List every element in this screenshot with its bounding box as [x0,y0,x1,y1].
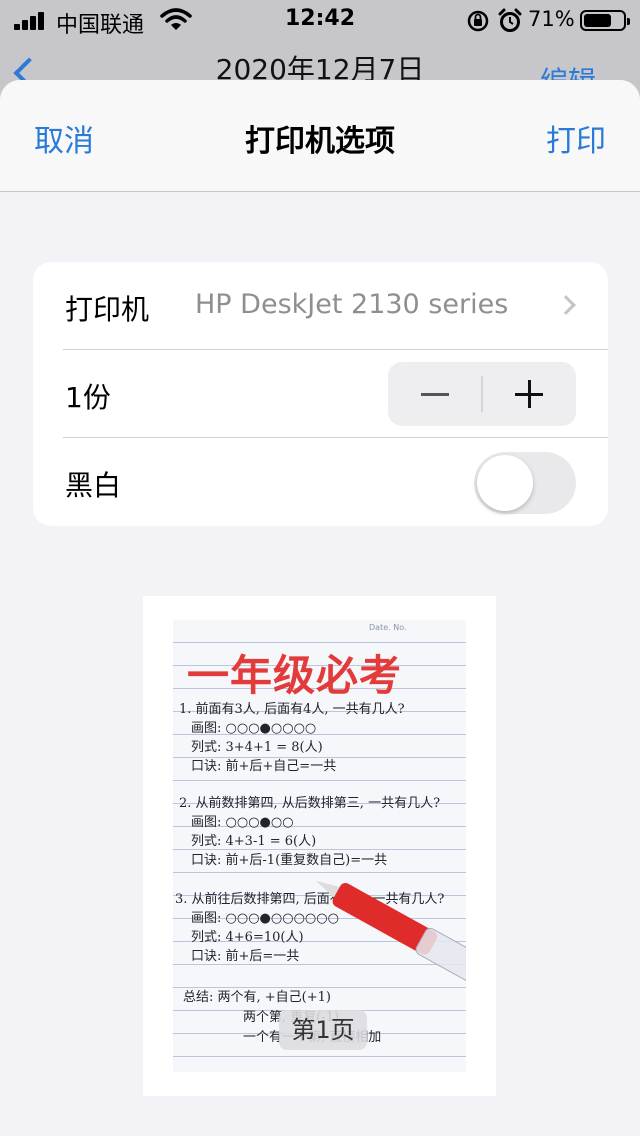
printer-value: HP DeskJet 2130 series [195,289,509,320]
toggle-knob [477,455,533,511]
page-preview[interactable]: Date. No. 一年级必考 1. 前面有3人, 后面有4人, 一共有几人? … [143,596,496,1096]
printer-options-sheet: 取消 打印机选项 打印 打印机 HP DeskJet 2130 series 1… [0,80,640,1136]
preview-line: 口诀: 前+后-1(重复数自己)=一共 [191,853,388,868]
cancel-button[interactable]: 取消 [34,116,94,160]
preview-line: 画图: ○○○●○○○○○○ [191,911,339,926]
preview-line: 列式: 4+6=10(人) [191,930,304,945]
preview-line: 画图: ○○○●○○○○ [191,721,317,736]
black-white-toggle[interactable] [474,452,576,514]
preview-line: 列式: 3+4+1 = 8(人) [191,740,323,755]
printer-label: 打印机 [65,293,150,326]
nav-bar: 取消 打印机选项 打印 [0,80,640,192]
copies-label: 1份 [65,381,111,414]
black-white-label: 黑白 [65,469,122,502]
alarm-icon [498,8,522,32]
rotation-lock-icon [467,10,489,32]
printer-row[interactable]: 打印机 HP DeskJet 2130 series [33,262,608,350]
decrement-button[interactable] [388,362,482,426]
preview-header-marks: Date. No. [369,623,407,632]
preview-page-content: Date. No. 一年级必考 1. 前面有3人, 后面有4人, 一共有几人? … [173,620,466,1072]
page-number-badge: 第1页 [279,1010,367,1050]
preview-line: 口诀: 前+后+自己=一共 [191,759,337,774]
sheet-title: 打印机选项 [245,124,395,159]
battery-percentage: 71% [528,7,575,31]
preview-line: 列式: 4+3-1 = 6(人) [191,834,317,849]
preview-line: 2. 从前数排第四, 从后数排第三, 一共有几人? [179,796,441,811]
battery-icon [580,10,630,31]
preview-line: 画图: ○○○●○○ [191,815,294,830]
copies-stepper [388,362,576,426]
status-bar: 中国联通 12:42 71% [0,0,640,40]
preview-line: 1. 前面有3人, 后面有4人, 一共有几人? [179,702,405,717]
preview-title: 一年级必考 [187,651,403,700]
preview-line: 总结: 两个有, +自己(+1) [183,990,331,1005]
screen: 中国联通 12:42 71% 2020年12月7日 编辑 取消 打印机选项 [0,0,640,1136]
preview-line: 口诀: 前+后=一共 [191,949,300,964]
chevron-right-icon [556,295,576,315]
increment-button[interactable] [483,362,576,426]
black-white-row: 黑白 [33,438,608,526]
copies-row: 1份 [33,350,608,438]
options-card: 打印机 HP DeskJet 2130 series 1份 黑白 [33,262,608,526]
pen-image [306,864,466,996]
print-button[interactable]: 打印 [546,116,606,160]
